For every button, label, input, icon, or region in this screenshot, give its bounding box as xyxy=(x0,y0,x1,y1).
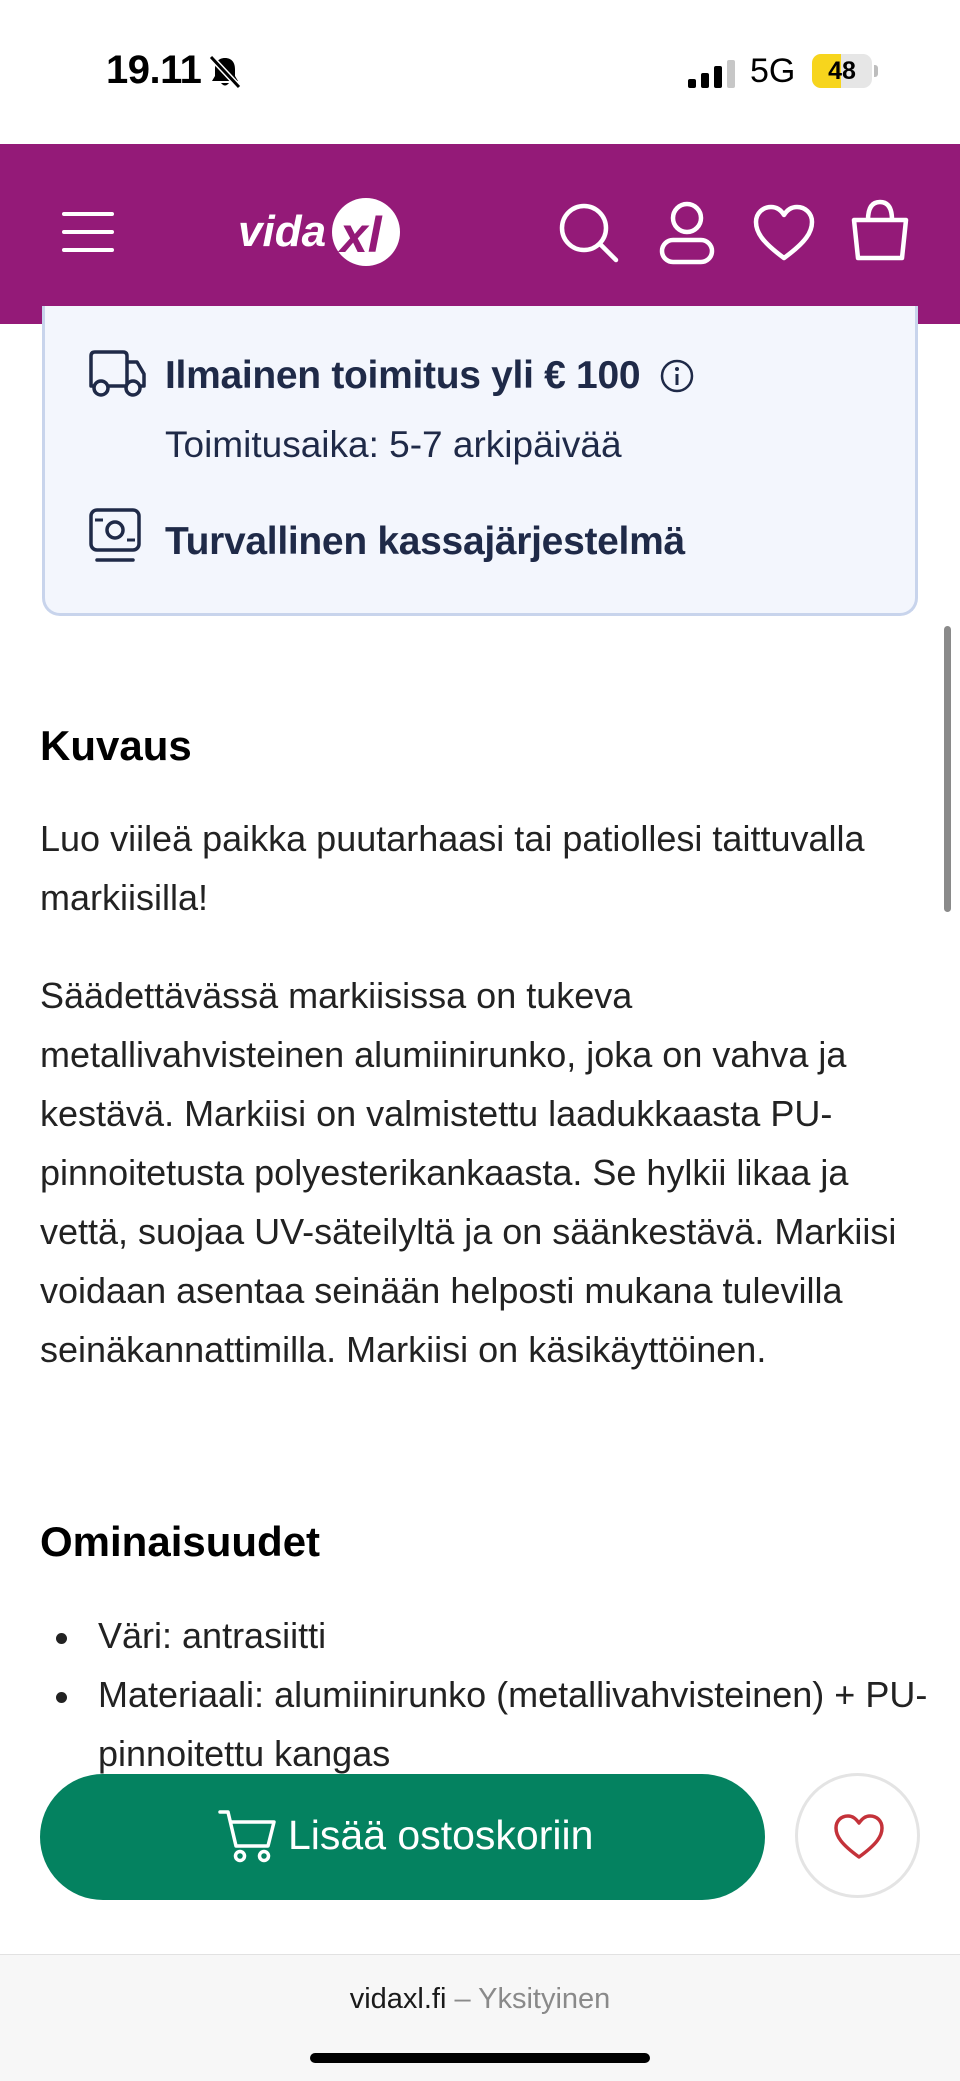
free-shipping-title: Ilmainen toimitus yli € 100 xyxy=(165,354,641,397)
feature-item: Väri: antrasiitti xyxy=(40,1606,930,1665)
feature-item: Materiaali: alumiinirunko (metallivahvis… xyxy=(40,1665,930,1783)
browser-address[interactable]: vidaxl.fi – Yksityinen xyxy=(0,1983,960,2016)
search-button[interactable] xyxy=(556,200,622,266)
cart-icon xyxy=(851,199,909,261)
truck-icon xyxy=(89,350,146,397)
battery-indicator: 48 xyxy=(812,54,878,88)
browser-bottom-bar: vidaxl.fi – Yksityinen xyxy=(0,1954,960,2081)
menu-icon xyxy=(62,212,114,252)
network-label: 5G xyxy=(750,52,796,90)
delivery-time: Toimitusaika: 5-7 arkipäivää xyxy=(165,424,622,465)
battery-level: 48 xyxy=(828,57,856,85)
browser-mode: Yksityinen xyxy=(478,1983,611,2015)
description-intro: Luo viileä paikka puutarhaasi tai patiol… xyxy=(40,818,865,918)
status-bar: 19.11 5G 48 xyxy=(0,0,960,144)
scrollbar[interactable] xyxy=(944,626,951,912)
svg-text:xl: xl xyxy=(337,207,383,263)
menu-button[interactable] xyxy=(58,206,118,258)
svg-text:vida: vida xyxy=(238,207,326,256)
account-button[interactable] xyxy=(656,200,718,266)
add-to-cart-button[interactable]: Lisää ostoskoriin xyxy=(40,1774,765,1900)
site-header: vida xl xyxy=(0,144,960,324)
description-title: Kuvaus xyxy=(40,722,192,769)
wishlist-button[interactable] xyxy=(752,202,816,264)
user-icon xyxy=(659,201,715,265)
add-to-cart-label: Lisää ostoskoriin xyxy=(288,1812,594,1858)
browser-domain: vidaxl.fi xyxy=(349,1983,447,2015)
heart-icon xyxy=(834,1814,884,1859)
vidaxl-logo[interactable]: vida xl xyxy=(236,190,402,276)
features-title: Ominaisuudet xyxy=(40,1518,321,1565)
bell-muted-icon xyxy=(208,54,242,90)
signal-icon xyxy=(688,60,735,88)
description-body: Säädettävässä markiisissa on tukeva meta… xyxy=(40,975,897,1370)
status-time: 19.11 xyxy=(106,48,202,92)
secure-checkout-label: Turvallinen kassajärjestelmä xyxy=(165,520,685,563)
shopping-cart-icon xyxy=(218,1810,276,1863)
search-icon xyxy=(559,203,619,263)
secure-payment-icon xyxy=(89,508,141,562)
heart-icon xyxy=(753,204,815,261)
info-icon[interactable] xyxy=(659,358,695,394)
add-to-wishlist-button[interactable] xyxy=(795,1773,920,1898)
cart-button[interactable] xyxy=(848,198,912,264)
shipping-info-box: Ilmainen toimitus yli € 100 Toimitusaika… xyxy=(42,306,918,616)
browser-separator: – xyxy=(454,1983,471,2015)
home-indicator[interactable] xyxy=(310,2053,650,2063)
